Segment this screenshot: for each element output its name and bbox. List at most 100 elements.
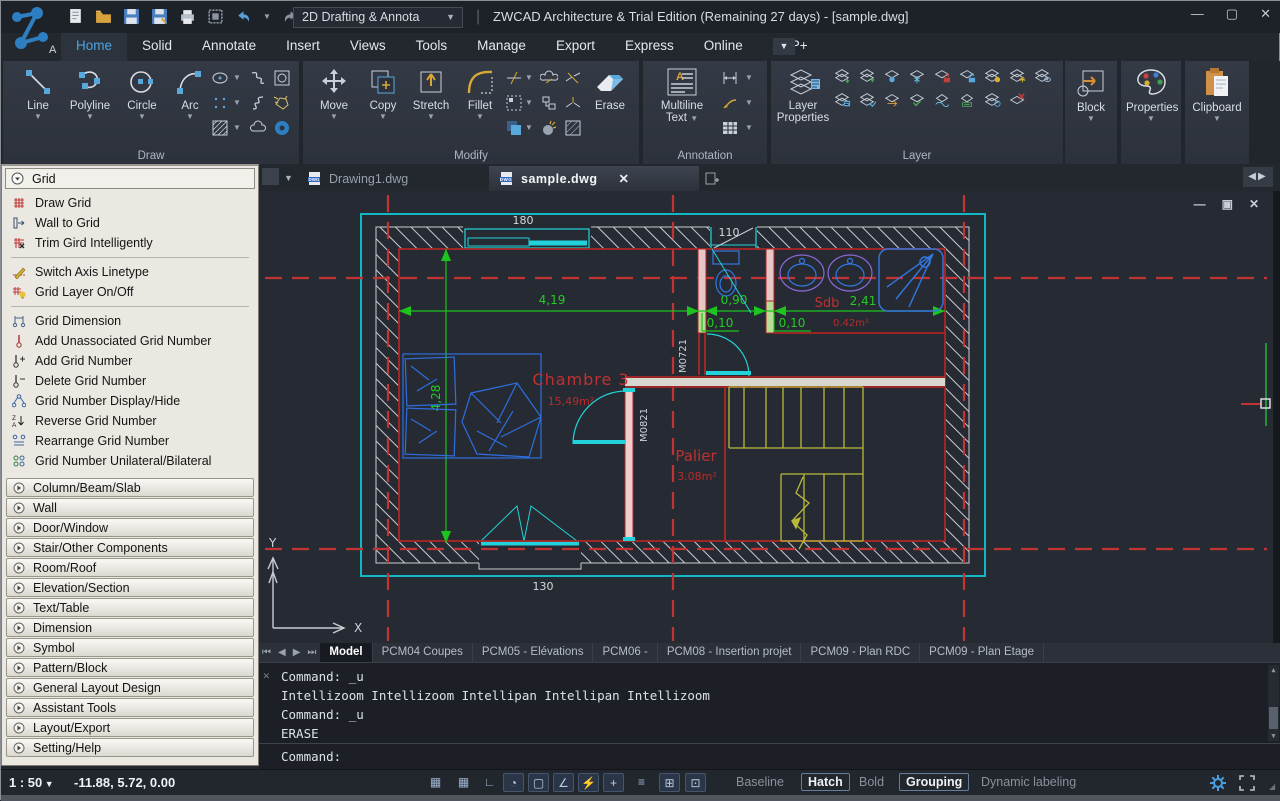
copy-nested-icon[interactable] — [505, 119, 523, 137]
layout-tab-pcm09-etage[interactable]: PCM09 - Plan Etage — [920, 643, 1044, 662]
sidebar-item-rearrange-grid-number[interactable]: Rearrange Grid Number — [5, 431, 255, 451]
layer-merge-icon[interactable] — [983, 91, 1001, 109]
tab-manage[interactable]: Manage — [462, 33, 541, 61]
block-tool[interactable]: Block▼ — [1066, 65, 1116, 122]
new-doc-tab-icon[interactable] — [704, 171, 720, 186]
lineweight-toggle-icon[interactable]: ≡ — [631, 773, 652, 792]
snap-toggle-icon[interactable]: ▦ — [453, 773, 474, 792]
move-tool[interactable]: Move▼ — [309, 65, 359, 120]
layer-vpfreeze-icon[interactable] — [958, 91, 976, 109]
erase-tool[interactable]: Erase — [585, 65, 635, 112]
polyline-tool[interactable]: Polyline▼ — [65, 65, 115, 120]
dynamic-labeling-toggle[interactable]: Dynamic labeling — [981, 775, 1076, 789]
break-point-icon[interactable] — [564, 94, 582, 112]
doc-tab-menu-button[interactable] — [262, 168, 279, 185]
layout-tab-pcm08[interactable]: PCM08 - Insertion projet — [658, 643, 802, 662]
layer-freeze-icon[interactable] — [908, 67, 926, 85]
annotation-vis-icon[interactable]: ⊞ — [659, 773, 680, 792]
break-tool-icon[interactable] — [564, 69, 582, 87]
layout-nav-last-icon[interactable]: ⏭ — [307, 647, 317, 658]
resize-grip[interactable]: ◢ — [1269, 782, 1275, 791]
sidebar-item-draw-grid[interactable]: Draw Grid — [5, 193, 255, 213]
layer-match-icon[interactable] — [858, 91, 876, 109]
layer-walk-icon[interactable] — [933, 91, 951, 109]
sidebar-category-elevation-section[interactable]: Elevation/Section — [6, 578, 254, 597]
ellipse-tool-icon[interactable] — [211, 69, 229, 87]
explode-tool-icon[interactable] — [540, 119, 558, 137]
tab-solid[interactable]: Solid — [127, 33, 187, 61]
tab-annotate[interactable]: Annotate — [187, 33, 271, 61]
tab-home[interactable]: Home — [61, 33, 127, 61]
layout-nav-first-icon[interactable]: ⏮ — [262, 647, 272, 658]
doc-restore-icon[interactable]: ▣ — [1222, 197, 1233, 211]
fullscreen-icon[interactable] — [1239, 775, 1255, 791]
command-window[interactable]: ✕ Command: _u Intellizoom Intellizoom In… — [259, 662, 1280, 769]
workspace-dropdown[interactable]: 2D Drafting & Annota▼ — [293, 7, 463, 28]
sidebar-item-wall-to-grid[interactable]: Wall to Grid — [5, 213, 255, 233]
ribbon-options-dropdown[interactable]: ▼ — [773, 38, 795, 55]
command-prompt[interactable]: Command: — [281, 749, 341, 764]
layer-lock-icon[interactable] — [933, 67, 951, 85]
maximize-button[interactable]: ▢ — [1226, 6, 1238, 22]
sidebar-item-reverse-grid-number[interactable]: ZA Reverse Grid Number — [5, 411, 255, 431]
layout-nav-next-icon[interactable]: ▶ — [293, 647, 302, 658]
sidebar-item-add-unassoc-grid-number[interactable]: Add Unassociated Grid Number — [5, 331, 255, 351]
table-tool-icon[interactable] — [721, 119, 739, 137]
tab-views[interactable]: Views — [335, 33, 401, 61]
sidebar-item-delete-grid-number[interactable]: Delete Grid Number — [5, 371, 255, 391]
array-dropdown-icon[interactable]: ▼ — [525, 94, 540, 119]
tab-insert[interactable]: Insert — [271, 33, 335, 61]
undo-dropdown-icon[interactable]: ▼ — [263, 12, 271, 21]
autoscale-icon[interactable]: ⊡ — [685, 773, 706, 792]
line-tool[interactable]: Line▼ — [13, 65, 63, 120]
tab-express[interactable]: Express — [610, 33, 689, 61]
command-close-icon[interactable]: ✕ — [263, 669, 270, 682]
scale-display[interactable]: 1 : 50 ▼ — [9, 775, 54, 790]
layout-tab-model[interactable]: Model — [320, 643, 372, 662]
sidebar-item-trim-grid[interactable]: Trim Gird Intelligently — [5, 233, 255, 253]
hatch-tool-icon[interactable] — [211, 119, 229, 137]
sidebar-category-stair-other[interactable]: Stair/Other Components — [6, 538, 254, 557]
layer-off-icon[interactable] — [833, 67, 851, 85]
properties-tool[interactable]: Properties▼ — [1126, 65, 1176, 122]
minimize-button[interactable]: — — [1191, 6, 1204, 22]
bold-toggle[interactable]: Bold — [859, 775, 884, 789]
etrack-toggle-icon[interactable]: ∠ — [553, 773, 574, 792]
command-scrollbar[interactable]: ▲ ▼ — [1268, 665, 1279, 741]
drawing-canvas[interactable]: 4,19 0,90 2,41 0,10 0,10 4,28 — [259, 191, 1280, 643]
tab-tools[interactable]: Tools — [401, 33, 463, 61]
sidebar-item-switch-axis-linetype[interactable]: Switch Axis Linetype — [5, 262, 255, 282]
spline2-tool-icon[interactable] — [249, 94, 267, 112]
wipeout-tool-icon[interactable] — [273, 94, 291, 112]
plot-icon[interactable] — [179, 8, 196, 25]
close-button[interactable]: ✕ — [1260, 6, 1271, 22]
preview-icon[interactable] — [207, 8, 224, 25]
leader-dropdown-icon[interactable]: ▼ — [745, 94, 759, 119]
doc-minimize-icon[interactable]: — — [1194, 197, 1206, 211]
hatch-dropdown-icon[interactable]: ▼ — [233, 119, 249, 144]
doc-tab-sample[interactable]: DWG sample.dwg ✕ — [489, 166, 699, 191]
dimension-dropdown-icon[interactable]: ▼ — [745, 69, 759, 94]
edit-cloud-icon[interactable] — [540, 69, 558, 87]
sidebar-category-assistant-tools[interactable]: Assistant Tools — [6, 698, 254, 717]
dyn-input-icon[interactable]: + — [603, 773, 624, 792]
sidebar-header-grid[interactable]: Grid — [5, 168, 255, 189]
arc-tool[interactable]: Arc▼ — [165, 65, 215, 120]
tab-online[interactable]: Online — [689, 33, 758, 61]
copy-nested-dropdown-icon[interactable]: ▼ — [525, 119, 540, 144]
fillet-tool[interactable]: Fillet▼ — [455, 65, 505, 120]
spline-tool-icon[interactable] — [249, 69, 267, 87]
sidebar-item-add-grid-number[interactable]: Add Grid Number — [5, 351, 255, 371]
layout-tab-pcm04[interactable]: PCM04 Coupes — [373, 643, 473, 662]
open-folder-icon[interactable] — [95, 8, 112, 25]
save-as-icon[interactable] — [151, 8, 168, 25]
close-doc-tab-icon[interactable]: ✕ — [619, 171, 630, 186]
sidebar-category-text-table[interactable]: Text/Table — [6, 598, 254, 617]
trim-tool-icon[interactable] — [505, 69, 523, 87]
trim-dropdown-icon[interactable]: ▼ — [525, 69, 540, 94]
grouping-toggle[interactable]: Grouping — [899, 773, 969, 791]
table-dropdown-icon[interactable]: ▼ — [745, 119, 759, 144]
sidebar-category-pattern-block[interactable]: Pattern/Block — [6, 658, 254, 677]
region-tool-icon[interactable] — [273, 69, 291, 87]
settings-gear-icon[interactable] — [1209, 774, 1227, 792]
